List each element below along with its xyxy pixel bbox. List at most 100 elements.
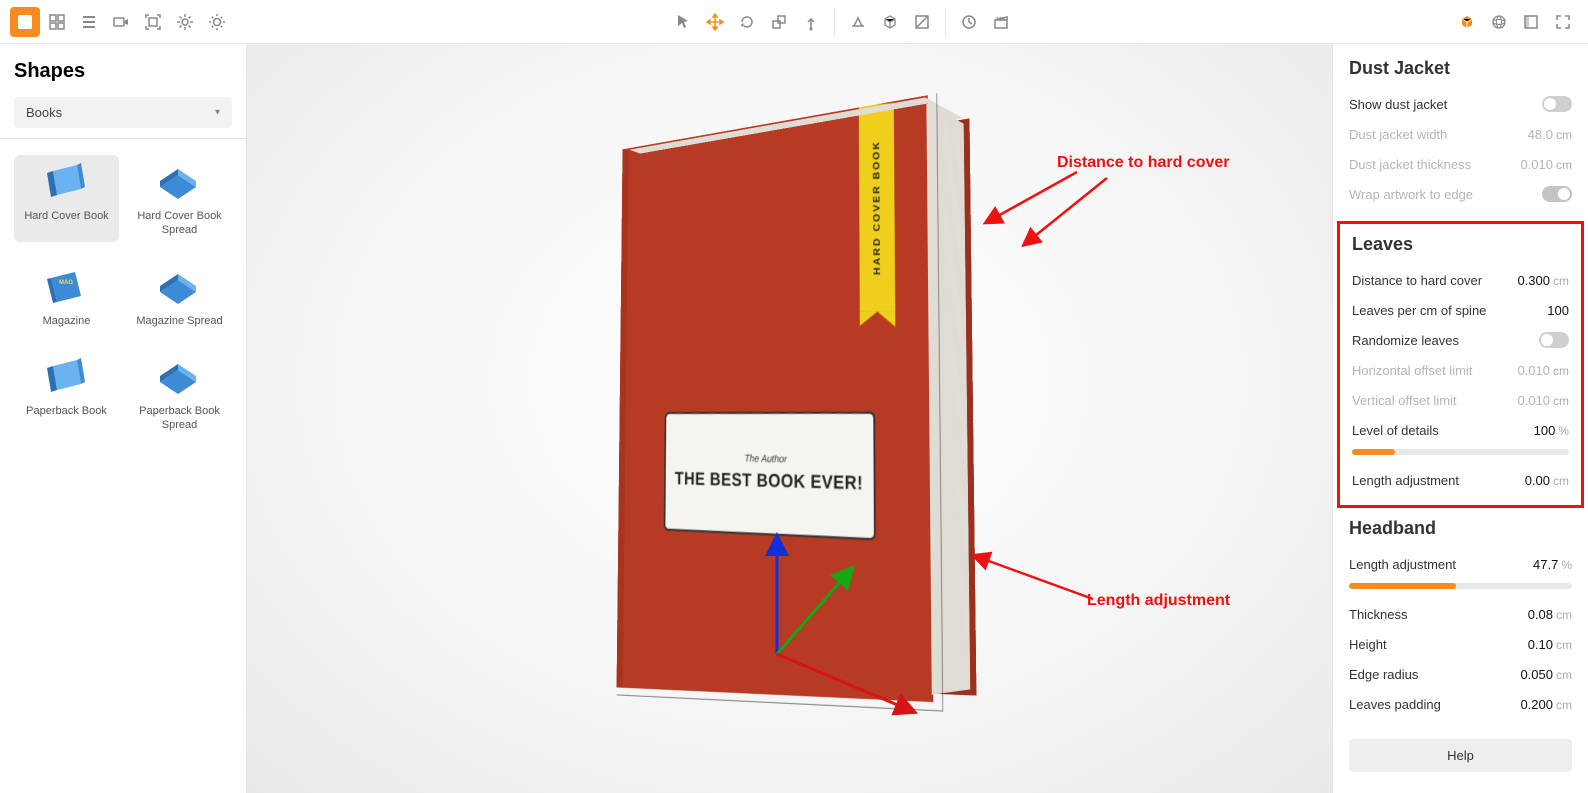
annotation-distance: Distance to hard cover bbox=[1057, 154, 1230, 172]
slider[interactable] bbox=[1352, 449, 1569, 455]
slider[interactable] bbox=[1349, 583, 1572, 589]
grid-button[interactable] bbox=[42, 7, 72, 37]
label: Length adjustment bbox=[1352, 473, 1459, 488]
prop-leaves-per-cm-of-spine[interactable]: Leaves per cm of spine 100 bbox=[1352, 295, 1569, 325]
prop-dust-jacket-thickness: Dust jacket thickness 0.010cm bbox=[1349, 149, 1572, 179]
value[interactable]: 0.200cm bbox=[1520, 697, 1572, 712]
shape-icon: MAG bbox=[41, 266, 93, 308]
focus-icon bbox=[144, 13, 162, 31]
box-wire-button[interactable] bbox=[875, 7, 905, 37]
label: Dust jacket width bbox=[1349, 127, 1447, 142]
list-button[interactable] bbox=[74, 7, 104, 37]
shape-magazine[interactable]: MAG Magazine bbox=[14, 260, 119, 332]
shape-label: Hard Cover Book bbox=[24, 209, 108, 223]
plane-button[interactable] bbox=[907, 7, 937, 37]
toggle bbox=[1542, 186, 1572, 202]
shape-paperback-book[interactable]: Paperback Book bbox=[14, 350, 119, 437]
clapper-button[interactable] bbox=[986, 7, 1016, 37]
focus-button[interactable] bbox=[138, 7, 168, 37]
camera-icon bbox=[112, 13, 130, 31]
prop-distance-to-hard-cover[interactable]: Distance to hard cover 0.300cm bbox=[1352, 265, 1569, 295]
panel-icon bbox=[1522, 13, 1540, 31]
value[interactable]: 0.010cm bbox=[1517, 363, 1569, 378]
prop-height[interactable]: Height0.10cm bbox=[1349, 629, 1572, 659]
value[interactable]: 0.00cm bbox=[1525, 473, 1569, 488]
shape-hard-cover-book-spread[interactable]: Hard Cover Book Spread bbox=[127, 155, 232, 242]
section-title: Headband bbox=[1349, 518, 1572, 539]
scale-icon bbox=[770, 13, 788, 31]
prop-thickness[interactable]: Thickness0.08cm bbox=[1349, 599, 1572, 629]
shape-label: Paperback Book Spread bbox=[127, 404, 232, 433]
clock-button[interactable] bbox=[954, 7, 984, 37]
divider bbox=[0, 138, 246, 139]
cube-orange-button[interactable] bbox=[1452, 7, 1482, 37]
label: Wrap artwork to edge bbox=[1349, 187, 1473, 202]
ground-button[interactable] bbox=[843, 7, 873, 37]
panel-button[interactable] bbox=[1516, 7, 1546, 37]
book-model[interactable]: HARD COVER BOOK The Author THE BEST BOOK… bbox=[643, 107, 955, 699]
dropdown-value: Books bbox=[26, 105, 62, 120]
prop-horizontal-offset-limit: Horizontal offset limit 0.010cm bbox=[1352, 355, 1569, 385]
prop-level-of-details[interactable]: Level of details100% bbox=[1352, 415, 1569, 445]
prop-edge-radius[interactable]: Edge radius0.050cm bbox=[1349, 659, 1572, 689]
rotate-icon bbox=[738, 13, 756, 31]
book-author: The Author bbox=[744, 453, 786, 465]
rotate-button[interactable] bbox=[732, 7, 762, 37]
shape-icon bbox=[154, 356, 206, 398]
label: Horizontal offset limit bbox=[1352, 363, 1472, 378]
prop-dust-jacket-width: Dust jacket width 48.0cm bbox=[1349, 119, 1572, 149]
prop-randomize-leaves[interactable]: Randomize leaves bbox=[1352, 325, 1569, 355]
value[interactable]: 0.08cm bbox=[1528, 607, 1572, 622]
shape-paperback-book-spread[interactable]: Paperback Book Spread bbox=[127, 350, 232, 437]
move-button[interactable] bbox=[700, 7, 730, 37]
label: Dust jacket thickness bbox=[1349, 157, 1471, 172]
prop-wrap-artwork-to-edge[interactable]: Wrap artwork to edge bbox=[1349, 179, 1572, 209]
shape-magazine-spread[interactable]: Magazine Spread bbox=[127, 260, 232, 332]
label: Distance to hard cover bbox=[1352, 273, 1482, 288]
value[interactable]: 0.010cm bbox=[1517, 393, 1569, 408]
value[interactable]: 0.050cm bbox=[1520, 667, 1572, 682]
prop-length-adjustment[interactable]: Length adjustment47.7% bbox=[1349, 549, 1572, 579]
pointer-icon bbox=[674, 13, 692, 31]
shapes-category-dropdown[interactable]: Books ▾ bbox=[14, 97, 232, 128]
value[interactable]: 100 bbox=[1547, 303, 1569, 318]
label: Leaves per cm of spine bbox=[1352, 303, 1486, 318]
pages-right-edge bbox=[926, 103, 970, 694]
grid-icon bbox=[48, 13, 66, 31]
add-button[interactable] bbox=[10, 7, 40, 37]
pointer-button[interactable] bbox=[668, 7, 698, 37]
gear-button[interactable] bbox=[170, 7, 200, 37]
camera-button[interactable] bbox=[106, 7, 136, 37]
value[interactable]: 47.7% bbox=[1533, 557, 1572, 572]
value[interactable]: 0.300cm bbox=[1517, 273, 1569, 288]
help-button[interactable]: Help bbox=[1349, 739, 1572, 772]
value[interactable]: 0.10cm bbox=[1528, 637, 1572, 652]
scale-button[interactable] bbox=[764, 7, 794, 37]
prop-leaves-padding[interactable]: Leaves padding0.200cm bbox=[1349, 689, 1572, 719]
book-title: THE BEST BOOK EVER! bbox=[674, 467, 862, 495]
section-title: Dust Jacket bbox=[1349, 58, 1572, 79]
pivot-button[interactable] bbox=[796, 7, 826, 37]
properties-panel: Dust JacketShow dust jacketDust jacket w… bbox=[1332, 44, 1588, 793]
shape-hard-cover-book[interactable]: Hard Cover Book bbox=[14, 155, 119, 242]
sphere-grid-button[interactable] bbox=[1484, 7, 1514, 37]
prop-length-adjustment[interactable]: Length adjustment 0.00cm bbox=[1352, 465, 1569, 495]
3d-viewport[interactable]: HARD COVER BOOK The Author THE BEST BOOK… bbox=[247, 44, 1332, 793]
prop-vertical-offset-limit: Vertical offset limit0.010cm bbox=[1352, 385, 1569, 415]
toggle[interactable] bbox=[1539, 332, 1569, 348]
toggle[interactable] bbox=[1542, 96, 1572, 112]
value[interactable]: 48.0cm bbox=[1528, 127, 1572, 142]
shape-icon bbox=[41, 161, 93, 203]
shape-label: Magazine bbox=[43, 314, 91, 328]
shape-label: Magazine Spread bbox=[136, 314, 222, 328]
cube-orange-icon bbox=[1458, 13, 1476, 31]
list-icon bbox=[80, 13, 98, 31]
value[interactable]: 0.010cm bbox=[1520, 157, 1572, 172]
value[interactable]: 100% bbox=[1534, 423, 1569, 438]
book-label-panel: The Author THE BEST BOOK EVER! bbox=[663, 411, 875, 540]
prop-show-dust-jacket[interactable]: Show dust jacket bbox=[1349, 89, 1572, 119]
clock-icon bbox=[960, 13, 978, 31]
main-toolbar bbox=[0, 0, 1588, 44]
sun-button[interactable] bbox=[202, 7, 232, 37]
fullscreen-button[interactable] bbox=[1548, 7, 1578, 37]
